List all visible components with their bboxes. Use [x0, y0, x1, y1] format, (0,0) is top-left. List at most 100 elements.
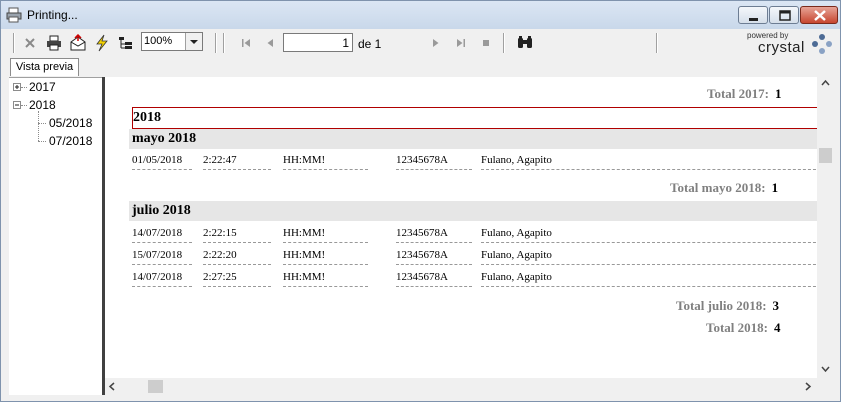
table-row: 15/07/2018 2:22:20 HH:MM! 12345678A Fula… — [132, 247, 817, 267]
minimize-button[interactable] — [738, 6, 768, 24]
expand-2017-button[interactable] — [13, 83, 21, 91]
cell-name: Fulano, Agapito — [481, 271, 552, 283]
month-group-header-mayo: mayo 2018 — [129, 129, 817, 149]
previous-page-icon[interactable] — [261, 34, 279, 52]
total-2018-value: 4 — [774, 320, 781, 335]
cell-id: 12345678A — [396, 154, 448, 166]
page-number-input[interactable]: 1 — [283, 33, 353, 52]
tree-connector — [21, 105, 27, 106]
field-underline — [396, 286, 472, 287]
field-underline — [283, 264, 368, 265]
tree-item-07-2018[interactable]: 07/2018 — [49, 134, 92, 148]
cell-name: Fulano, Agapito — [481, 154, 552, 166]
crystal-dots-icon — [812, 34, 832, 54]
scroll-left-icon[interactable] — [108, 382, 117, 391]
first-page-icon[interactable] — [237, 34, 255, 52]
tab-strip: Vista previa — [1, 57, 840, 77]
total-2018: Total 2018: 4 — [706, 320, 781, 336]
cell-id: 12345678A — [396, 249, 448, 261]
status-strip — [1, 395, 840, 401]
search-binoculars-icon[interactable] — [516, 34, 534, 52]
toolbar-separator — [13, 33, 15, 53]
field-underline — [396, 264, 472, 265]
cell-hhmm: HH:MM! — [283, 271, 326, 283]
cell-date: 14/07/2018 — [132, 271, 183, 283]
total-2017-label: Total 2017: — [707, 86, 769, 101]
scroll-right-icon[interactable] — [804, 382, 813, 391]
tree-connector — [38, 123, 46, 124]
export-icon[interactable] — [69, 34, 87, 52]
field-underline — [396, 169, 472, 170]
cell-time: 2:22:47 — [203, 154, 237, 166]
cell-date: 01/05/2018 — [132, 154, 183, 166]
tree-item-2018[interactable]: 2018 — [29, 98, 56, 112]
tree-item-05-2018[interactable]: 05/2018 — [49, 116, 92, 130]
collapse-2018-button[interactable] — [13, 101, 21, 109]
total-2018-label: Total 2018: — [706, 320, 768, 335]
toolbar-separator — [656, 33, 658, 53]
cell-date: 15/07/2018 — [132, 249, 183, 261]
cell-time: 2:27:25 — [203, 271, 237, 283]
field-underline — [481, 169, 817, 170]
field-underline — [481, 286, 817, 287]
table-row: 14/07/2018 2:27:25 HH:MM! 12345678A Fula… — [132, 269, 817, 289]
field-underline — [132, 286, 192, 287]
toolbar-separator — [223, 33, 225, 53]
zoom-dropdown-button[interactable] — [185, 33, 202, 50]
month-group-label-julio: julio 2018 — [132, 203, 191, 218]
scroll-down-icon[interactable] — [821, 365, 830, 374]
scrollbar-corner — [817, 378, 834, 395]
minus-icon — [15, 104, 19, 106]
field-underline — [283, 169, 368, 170]
total-2017-value: 1 — [775, 86, 782, 101]
total-julio-label: Total julio 2018: — [676, 298, 767, 313]
total-mayo-label: Total mayo 2018: — [670, 180, 766, 195]
refresh-lightning-icon[interactable] — [93, 34, 111, 52]
cell-hhmm: HH:MM! — [283, 249, 326, 261]
year-group-label: 2018 — [133, 110, 161, 125]
field-underline — [283, 242, 368, 243]
next-page-icon[interactable] — [427, 34, 445, 52]
field-underline — [203, 242, 271, 243]
chevron-down-icon — [190, 40, 198, 44]
horizontal-scrollbar[interactable] — [105, 378, 817, 395]
zoom-select[interactable]: 100% — [141, 32, 203, 51]
tab-vista-previa[interactable]: Vista previa — [10, 58, 79, 76]
field-underline — [132, 264, 192, 265]
vertical-scroll-thumb[interactable] — [819, 148, 832, 163]
group-tree: 2017 2018 05/2018 07/2018 — [9, 77, 104, 396]
page-count-label: de 1 — [358, 37, 382, 51]
page-number-value: 1 — [342, 36, 349, 50]
tree-connector — [38, 111, 39, 141]
month-group-header-julio: julio 2018 — [129, 201, 817, 221]
group-tree-toggle-icon[interactable] — [117, 34, 135, 52]
month-group-label-mayo: mayo 2018 — [132, 131, 197, 146]
cell-hhmm: HH:MM! — [283, 227, 326, 239]
plus-icon — [15, 85, 19, 89]
printer-app-icon — [6, 7, 22, 23]
print-icon[interactable] — [45, 34, 63, 52]
close-view-icon[interactable] — [21, 34, 39, 52]
field-underline — [203, 264, 271, 265]
report-preview: Total 2017: 1 2018 mayo 2018 01/05/2018 2… — [105, 77, 817, 378]
logo-crystal-text: crystal — [758, 39, 805, 56]
toolbar-separator — [215, 33, 217, 53]
field-underline — [481, 242, 817, 243]
close-button[interactable] — [800, 6, 838, 24]
scroll-up-icon[interactable] — [821, 79, 830, 88]
title-bar[interactable]: Printing... — [1, 1, 840, 29]
horizontal-scroll-thumb[interactable] — [148, 380, 163, 393]
maximize-button[interactable] — [769, 6, 799, 24]
cell-hhmm: HH:MM! — [283, 154, 326, 166]
stop-icon[interactable] — [477, 34, 495, 52]
field-underline — [283, 286, 368, 287]
last-page-icon[interactable] — [452, 34, 470, 52]
cell-name: Fulano, Agapito — [481, 249, 552, 261]
field-underline — [203, 169, 271, 170]
tree-item-2017[interactable]: 2017 — [29, 80, 56, 94]
tree-connector — [38, 141, 46, 142]
total-julio-value: 3 — [772, 298, 780, 313]
total-mayo-value: 1 — [771, 180, 779, 195]
vertical-scrollbar[interactable] — [817, 77, 834, 378]
crystal-logo: powered by crystal — [743, 30, 835, 56]
